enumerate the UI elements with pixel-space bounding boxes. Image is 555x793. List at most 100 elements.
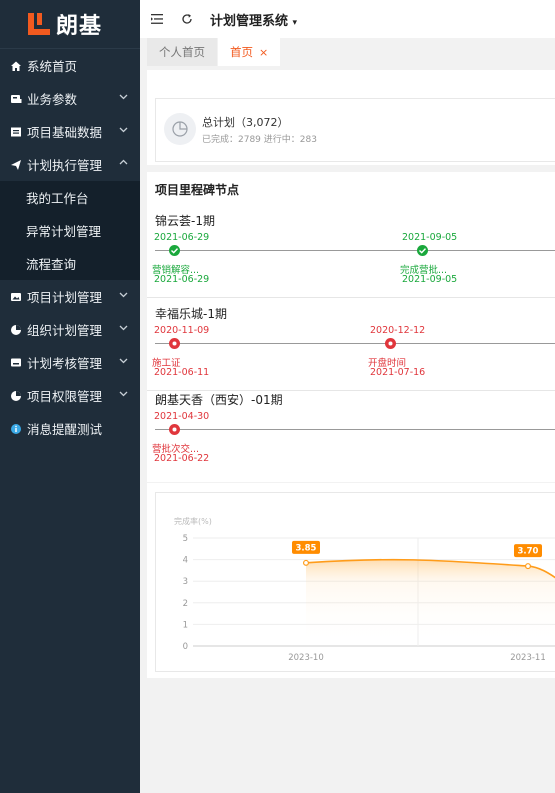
sidebar-item-label: 项目基础数据 [27, 125, 103, 140]
y-tick-label: 0 [183, 642, 188, 652]
dashboard-icon [10, 93, 22, 105]
chevron-down-icon [119, 356, 128, 368]
total-plan-sub: 已完成：2789 进行中：283 [202, 135, 317, 145]
menu-toggle-icon[interactable] [150, 12, 164, 26]
milestone-actual-date: 2021-09-05 [402, 274, 458, 285]
list-icon [10, 126, 22, 138]
chevron-down-icon [119, 290, 128, 302]
sidebar-item-label: 流程查询 [26, 257, 77, 272]
sidebar-item-business-params[interactable]: 业务参数 [0, 82, 140, 115]
tab-label: 个人首页 [159, 45, 205, 59]
check-icon[interactable] [169, 245, 180, 256]
milestone-plan-date: 2021-09-05 [402, 232, 458, 243]
tab-bar: 个人首页 首页 × [140, 38, 555, 66]
chevron-down-icon [119, 323, 128, 335]
sidebar-item-my-workbench[interactable]: 我的工作台 [0, 181, 140, 214]
pie-icon [10, 390, 22, 402]
chevron-down-icon [119, 125, 128, 137]
tab-personal-home[interactable]: 个人首页 [147, 38, 217, 66]
system-title: 计划管理系统 [210, 13, 289, 29]
image-icon [10, 291, 22, 303]
x-tick-label: 2023-10 [288, 653, 324, 663]
sidebar-item-project-plan[interactable]: 项目计划管理 [0, 280, 140, 313]
sidebar-item-plan-execution[interactable]: 计划执行管理 [0, 148, 140, 181]
sidebar-item-label: 项目权限管理 [27, 389, 103, 404]
milestone-section: 项目里程碑节点 锦云荟-1期 2021-06-29 营销解容... 2021-06-2… [147, 172, 555, 482]
total-plan-card[interactable]: 总计划（3,072） 已完成：2789 进行中：283 [155, 98, 555, 162]
timeline-line [155, 250, 555, 251]
data-label: 3.70 [518, 547, 539, 557]
sidebar-submenu: 我的工作台 异常计划管理 流程查询 [0, 181, 140, 280]
sidebar-item-label: 计划执行管理 [27, 158, 103, 173]
milestone-plan-date: 2020-11-09 [154, 325, 210, 336]
data-point [303, 559, 310, 566]
logo[interactable]: 朗基 [0, 0, 140, 49]
y-axis-label: 完成率(%) [174, 516, 212, 526]
tab-label: 首页 [230, 45, 253, 59]
timeline-line [155, 343, 555, 344]
pie-chart-icon [164, 113, 196, 145]
monitor-icon [10, 357, 22, 369]
sidebar-item-home[interactable]: 系统首页 [0, 49, 140, 82]
alert-icon[interactable] [169, 424, 180, 435]
sidebar-item-label: 计划考核管理 [27, 356, 103, 371]
milestone-actual-date: 2021-07-16 [370, 367, 426, 378]
milestone-actual-date: 2021-06-22 [154, 453, 210, 464]
project-name: 幸福乐城-1期 [155, 307, 227, 321]
sidebar-item-label: 异常计划管理 [26, 224, 102, 239]
caret-down-icon: ▾ [292, 17, 298, 28]
sidebar-item-abnormal-plan[interactable]: 异常计划管理 [0, 214, 140, 247]
timeline-line [155, 429, 555, 430]
sidebar-item-label: 项目计划管理 [27, 290, 103, 305]
alert-icon[interactable] [169, 338, 180, 349]
y-tick-label: 4 [183, 556, 188, 566]
completion-chart-card: 完成率(%) 0 1 2 3 4 5 2023-10 2023-11 3.85 3.70 [155, 492, 555, 672]
sidebar-item-plan-assessment[interactable]: 计划考核管理 [0, 346, 140, 379]
sidebar-item-label: 业务参数 [27, 92, 78, 107]
sidebar-menu-lower: 项目计划管理 组织计划管理 计划考核管理 项目权限管理 消息提醒测试 [0, 280, 140, 445]
sidebar-item-process-query[interactable]: 流程查询 [0, 247, 140, 280]
milestone-heading: 项目里程碑节点 [155, 183, 240, 197]
logo-text: 朗基 [56, 14, 103, 39]
sidebar-item-project-base-data[interactable]: 项目基础数据 [0, 115, 140, 148]
sidebar-item-label: 系统首页 [27, 59, 78, 74]
summary-section: 总计划（3,072） 已完成：2789 进行中：283 [147, 70, 555, 165]
system-title-dropdown[interactable]: 计划管理系统 ▾ [210, 10, 297, 29]
completion-chart-section: 完成率(%) 0 1 2 3 4 5 2023-10 2023-11 3.85 3.70 [147, 483, 555, 678]
sidebar: 朗基 系统首页 业务参数 项目基础数据 计划执行管理 我的工作台 异常计划管理 … [0, 0, 140, 793]
data-label: 3.85 [296, 543, 317, 553]
milestone-plan-date: 2021-06-29 [154, 232, 210, 243]
chevron-down-icon [119, 389, 128, 401]
logo-mark-icon [28, 13, 50, 35]
tab-home[interactable]: 首页 × [218, 38, 281, 66]
info-icon [10, 423, 22, 435]
sidebar-item-label: 组织计划管理 [27, 323, 103, 338]
milestone-actual-date: 2021-06-11 [154, 367, 210, 378]
series-area [306, 559, 555, 646]
home-icon [10, 60, 22, 72]
close-icon[interactable]: × [259, 46, 268, 59]
sidebar-item-message-test[interactable]: 消息提醒测试 [0, 412, 140, 445]
project-name: 锦云荟-1期 [155, 214, 215, 228]
completion-rate-chart: 完成率(%) 0 1 2 3 4 5 2023-10 2023-11 3.85 3.70 [174, 516, 555, 663]
alert-icon[interactable] [385, 338, 396, 349]
refresh-icon[interactable] [180, 12, 194, 26]
sidebar-item-label: 消息提醒测试 [27, 422, 103, 437]
y-tick-label: 1 [183, 620, 188, 630]
sidebar-item-org-plan[interactable]: 组织计划管理 [0, 313, 140, 346]
sidebar-menu: 系统首页 业务参数 项目基础数据 计划执行管理 [0, 49, 140, 181]
y-tick-label: 2 [183, 599, 188, 609]
chevron-down-icon [119, 92, 128, 104]
send-icon [10, 159, 22, 171]
y-tick-label: 3 [183, 577, 188, 587]
chevron-up-icon [119, 158, 128, 170]
milestone-plan-date: 2021-04-30 [154, 411, 210, 422]
x-tick-label: 2023-11 [510, 653, 546, 663]
pie-icon [10, 324, 22, 336]
milestone-plan-date: 2020-12-12 [370, 325, 426, 336]
milestone-actual-date: 2021-06-29 [154, 274, 210, 285]
check-icon[interactable] [417, 245, 428, 256]
project-name: 朗基天香（西安）-01期 [155, 393, 283, 407]
sidebar-item-label: 我的工作台 [26, 191, 89, 206]
sidebar-item-project-permission[interactable]: 项目权限管理 [0, 379, 140, 412]
